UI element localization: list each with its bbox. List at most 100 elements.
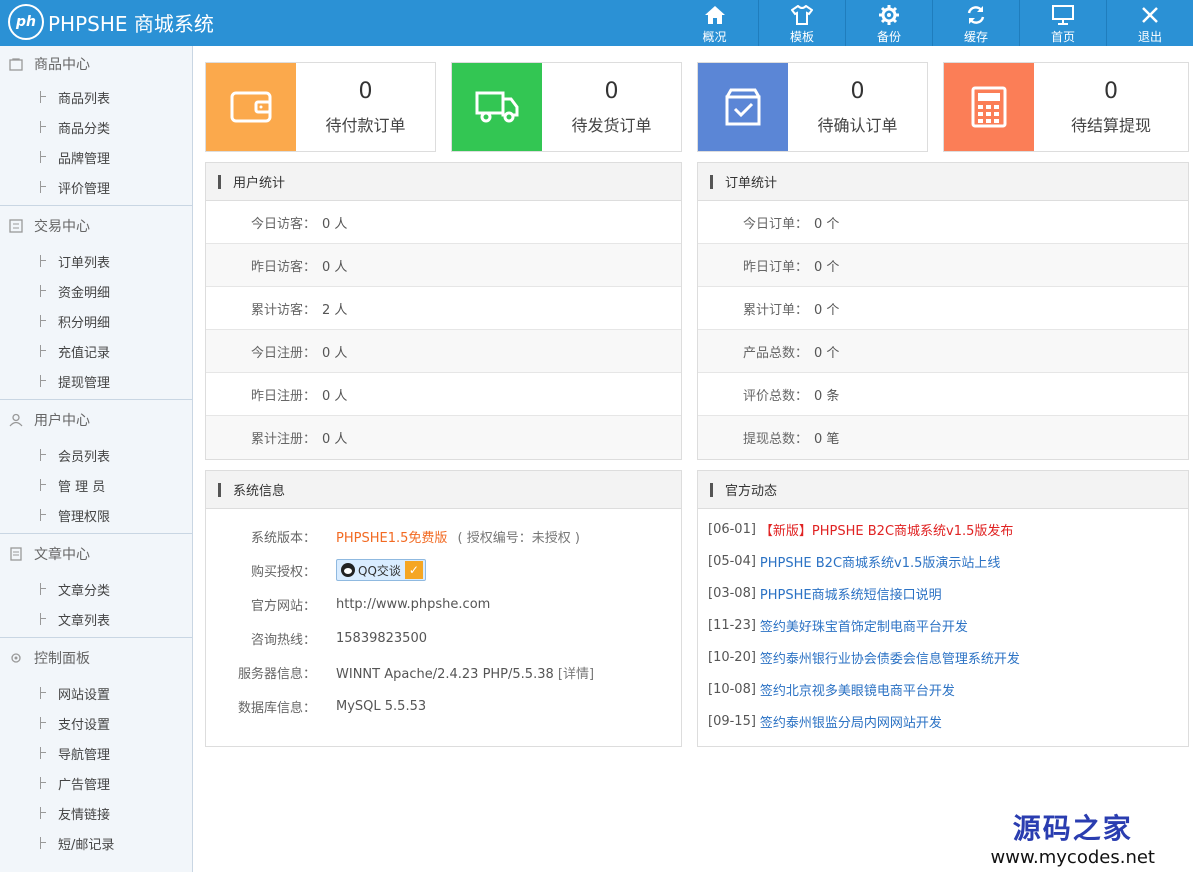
card-label: 待发货订单 bbox=[571, 115, 652, 135]
sidebar-section-goods[interactable]: 商品中心 bbox=[0, 46, 192, 82]
news-item: [11-23] 签约美好珠宝首饰定制电商平台开发 bbox=[708, 616, 968, 635]
watermark-title: 源码之家 bbox=[1012, 812, 1133, 845]
stat-row: 评价总数： 0 条 bbox=[698, 373, 1188, 416]
sidebar-item-links[interactable]: 友情链接 bbox=[0, 798, 192, 828]
card-pending-payment[interactable]: 0 待付款订单 bbox=[205, 62, 436, 152]
list-icon bbox=[8, 218, 24, 234]
official-site-link[interactable]: http://www.phpshe.com bbox=[336, 597, 490, 612]
sidebar-item-label: 短/邮记录 bbox=[58, 837, 115, 853]
hotline-value: 15839823500 bbox=[336, 630, 427, 646]
sidebar: 商品中心 商品列表 商品分类 品牌管理 评价管理 交易中心 订单列表 资金明细 … bbox=[0, 46, 193, 872]
panel-title: 用户统计 bbox=[233, 176, 286, 191]
sidebar-item-funds[interactable]: 资金明细 bbox=[0, 276, 192, 306]
truck-icon bbox=[452, 63, 542, 151]
sidebar-item-label: 网站设置 bbox=[58, 687, 111, 703]
news-link[interactable]: 签约泰州银监分局内网网站开发 bbox=[760, 712, 942, 731]
nav-label: 模板 bbox=[789, 30, 814, 44]
card-value: 0 bbox=[1104, 78, 1118, 104]
logo-text: PHPSHE 商城系统 bbox=[48, 11, 214, 36]
sidebar-item-review[interactable]: 评价管理 bbox=[0, 172, 192, 202]
logo-mark: ph bbox=[8, 4, 44, 40]
user-stats-list: 今日访客： 0 人 昨日访客： 0 人 累计访客： 2 人 今日注册： 0 人 昨日注册… bbox=[206, 201, 681, 459]
stat-row: 今日注册： 0 人 bbox=[206, 330, 681, 373]
sidebar-item-sms-mail[interactable]: 短/邮记录 bbox=[0, 828, 192, 858]
info-row-db: 数据库信息： MySQL 5.5.53 bbox=[237, 698, 427, 716]
top-header: ph PHPSHE 商城系统 概况 模板 备份 缓存 首页 退出 bbox=[0, 0, 1193, 46]
nav-label: 首页 bbox=[1050, 30, 1075, 44]
sidebar-section-control[interactable]: 控制面板 bbox=[0, 638, 192, 678]
stat-row: 昨日注册： 0 人 bbox=[206, 373, 681, 416]
news-item: [10-20] 签约泰州银行业协会债委会信息管理系统开发 bbox=[708, 648, 1020, 667]
sidebar-item-navigation[interactable]: 导航管理 bbox=[0, 738, 192, 768]
sidebar-item-recharge[interactable]: 充值记录 bbox=[0, 336, 192, 366]
nav-label: 缓存 bbox=[963, 30, 988, 44]
sidebar-section-title: 控制面板 bbox=[34, 651, 90, 667]
nav-label: 概况 bbox=[702, 30, 727, 44]
sidebar-item-admins[interactable]: 管 理 员 bbox=[0, 470, 192, 500]
qq-icon bbox=[341, 563, 355, 577]
bag-icon bbox=[8, 56, 24, 72]
nav-cache-button[interactable]: 缓存 bbox=[932, 0, 1019, 46]
box-check-icon bbox=[698, 63, 788, 151]
info-row-site: 官方网站： http://www.phpshe.com bbox=[250, 596, 491, 614]
card-pending-settlement[interactable]: 0 待结算提现 bbox=[943, 62, 1189, 152]
sidebar-section-user[interactable]: 用户中心 bbox=[0, 400, 192, 440]
gear-icon bbox=[877, 3, 901, 27]
license-value: ( 授权编号：未授权 ) bbox=[457, 530, 580, 546]
user-stats-panel: 用户统计 今日访客： 0 人 昨日访客： 0 人 累计访客： 2 人 今日注册： 0 人… bbox=[205, 162, 682, 460]
sidebar-item-payment-settings[interactable]: 支付设置 bbox=[0, 708, 192, 738]
sidebar-section-title: 用户中心 bbox=[34, 413, 90, 429]
info-row-version: 系统版本： PHPSHE1.5免费版 ( 授权编号：未授权 ) bbox=[250, 530, 580, 546]
sidebar-item-brand[interactable]: 品牌管理 bbox=[0, 142, 192, 172]
sidebar-item-site-settings[interactable]: 网站设置 bbox=[0, 678, 192, 708]
nav-backup-button[interactable]: 备份 bbox=[845, 0, 932, 46]
sidebar-item-label: 积分明细 bbox=[58, 315, 111, 331]
news-link[interactable]: PHPSHE商城系统短信接口说明 bbox=[760, 584, 942, 603]
sidebar-item-label: 提现管理 bbox=[58, 375, 111, 391]
card-pending-confirm[interactable]: 0 待确认订单 bbox=[697, 62, 928, 152]
news-link[interactable]: 【新版】PHPSHE B2C商城系统v1.5版发布 bbox=[760, 520, 1013, 539]
sidebar-item-members[interactable]: 会员列表 bbox=[0, 440, 192, 470]
stat-row: 今日订单： 0 个 bbox=[698, 201, 1188, 244]
sidebar-item-article-category[interactable]: 文章分类 bbox=[0, 574, 192, 604]
db-value: MySQL 5.5.53 bbox=[336, 698, 427, 714]
sidebar-item-ads[interactable]: 广告管理 bbox=[0, 768, 192, 798]
info-row-hotline: 咨询热线： 15839823500 bbox=[250, 630, 427, 648]
news-link[interactable]: 签约泰州银行业协会债委会信息管理系统开发 bbox=[760, 648, 1020, 667]
nav-template-button[interactable]: 模板 bbox=[758, 0, 845, 46]
news-item: [10-08] 签约北京视多美眼镜电商平台开发 bbox=[708, 680, 955, 699]
news-link[interactable]: 签约美好珠宝首饰定制电商平台开发 bbox=[760, 616, 968, 635]
sidebar-item-label: 会员列表 bbox=[58, 449, 111, 465]
news-link[interactable]: PHPSHE B2C商城系统v1.5版演示站上线 bbox=[760, 552, 1000, 571]
sidebar-item-withdraw[interactable]: 提现管理 bbox=[0, 366, 192, 396]
doc-icon bbox=[8, 546, 24, 562]
news-panel: 官方动态 [06-01] 【新版】PHPSHE B2C商城系统v1.5版发布 [0… bbox=[697, 470, 1189, 747]
nav-logout-button[interactable]: 退出 bbox=[1106, 0, 1193, 46]
card-label: 待确认订单 bbox=[817, 115, 898, 135]
sidebar-item-label: 支付设置 bbox=[58, 717, 111, 733]
sidebar-section-title: 商品中心 bbox=[34, 57, 90, 73]
sidebar-item-goods-category[interactable]: 商品分类 bbox=[0, 112, 192, 142]
news-link[interactable]: 签约北京视多美眼镜电商平台开发 bbox=[760, 680, 955, 699]
calculator-icon bbox=[944, 63, 1034, 151]
sidebar-item-points[interactable]: 积分明细 bbox=[0, 306, 192, 336]
sidebar-section-article[interactable]: 文章中心 bbox=[0, 534, 192, 574]
sidebar-item-orders[interactable]: 订单列表 bbox=[0, 246, 192, 276]
card-label: 待付款订单 bbox=[325, 115, 406, 135]
sidebar-item-label: 品牌管理 bbox=[58, 151, 111, 167]
server-detail-link[interactable]: [详情] bbox=[558, 667, 594, 682]
qq-chat-button[interactable]: QQ交谈 ✓ bbox=[336, 559, 426, 581]
sidebar-item-permissions[interactable]: 管理权限 bbox=[0, 500, 192, 530]
sidebar-section-trade[interactable]: 交易中心 bbox=[0, 206, 192, 246]
sidebar-item-label: 管 理 员 bbox=[58, 479, 106, 495]
sidebar-item-article-list[interactable]: 文章列表 bbox=[0, 604, 192, 634]
nav-home-button[interactable]: 首页 bbox=[1019, 0, 1106, 46]
logo[interactable]: ph PHPSHE 商城系统 bbox=[8, 4, 214, 40]
sidebar-item-goods-list[interactable]: 商品列表 bbox=[0, 82, 192, 112]
stat-row: 今日访客： 0 人 bbox=[206, 201, 681, 244]
home-icon bbox=[703, 3, 727, 27]
card-pending-shipment[interactable]: 0 待发货订单 bbox=[451, 62, 682, 152]
server-value: WINNT Apache/2.4.23 PHP/5.5.38 bbox=[336, 666, 554, 682]
nav-overview-button[interactable]: 概况 bbox=[671, 0, 758, 46]
sidebar-item-label: 广告管理 bbox=[58, 777, 111, 793]
